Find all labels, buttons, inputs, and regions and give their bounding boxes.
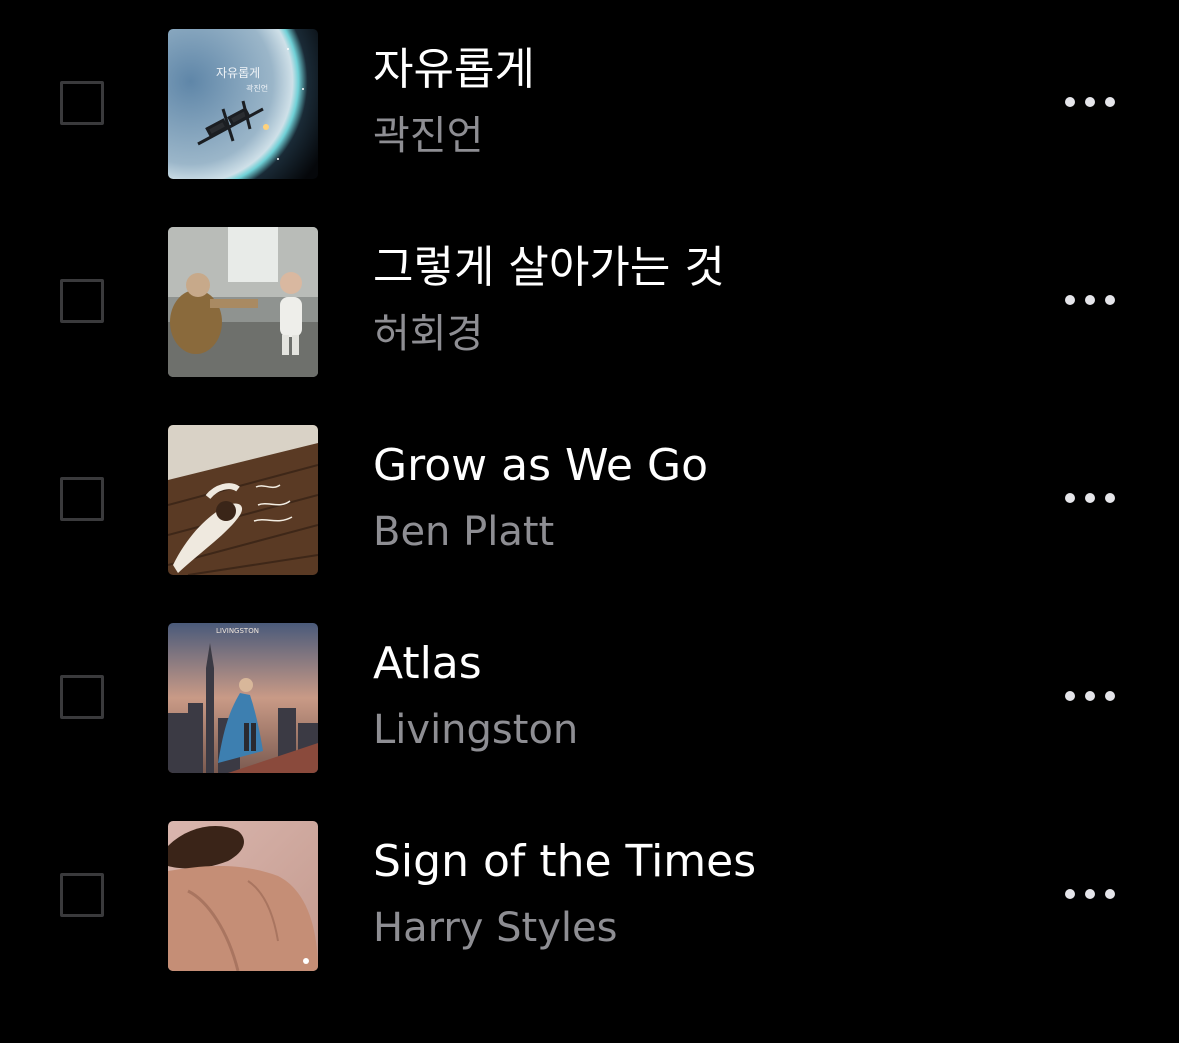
ellipsis-icon	[1065, 691, 1075, 701]
select-checkbox[interactable]	[60, 873, 104, 917]
ellipsis-icon	[1105, 493, 1115, 503]
select-checkbox[interactable]	[60, 477, 104, 521]
artwork-title-text: 자유롭게	[216, 66, 260, 80]
track-row[interactable]: LIVINGSTON Atlas Livingston	[0, 598, 1179, 796]
more-options-button[interactable]	[1050, 476, 1130, 520]
select-checkbox[interactable]	[60, 279, 104, 323]
more-options-button[interactable]	[1050, 80, 1130, 124]
track-artist: Ben Platt	[373, 509, 555, 555]
track-title: 자유롭게	[373, 44, 535, 95]
album-art-earth-space-station-icon: 자유롭게 곽진언	[168, 29, 318, 179]
track-list: 자유롭게 곽진언 자유롭게 곽진언 그렇게 살아가는 것 허회경 Grow as…	[0, 4, 1179, 994]
track-title: Atlas	[373, 638, 482, 689]
album-artwork	[168, 425, 318, 575]
track-row[interactable]: Sign of the Times Harry Styles	[0, 796, 1179, 994]
more-options-button[interactable]	[1050, 674, 1130, 718]
album-art-city-skyline-caped-figure-icon: LIVINGSTON	[168, 623, 318, 773]
more-options-button[interactable]	[1050, 872, 1130, 916]
select-checkbox[interactable]	[60, 81, 104, 125]
track-title: Grow as We Go	[373, 440, 708, 491]
track-row[interactable]: Grow as We Go Ben Platt	[0, 400, 1179, 598]
artwork-artist-text: 곽진언	[246, 83, 268, 93]
album-art-grandfather-child-photo-icon	[168, 227, 318, 377]
ellipsis-icon	[1065, 493, 1075, 503]
ellipsis-icon	[1105, 295, 1115, 305]
track-artist: Harry Styles	[373, 905, 618, 951]
track-artist: 허회경	[373, 311, 484, 357]
ellipsis-icon	[1105, 691, 1115, 701]
more-options-button[interactable]	[1050, 278, 1130, 322]
album-art-man-lying-on-floor-icon	[168, 425, 318, 575]
ellipsis-icon	[1065, 889, 1075, 899]
album-artwork	[168, 227, 318, 377]
ellipsis-icon	[1085, 295, 1095, 305]
track-row[interactable]: 자유롭게 곽진언 자유롭게 곽진언	[0, 4, 1179, 202]
track-artist: Livingston	[373, 707, 579, 753]
ellipsis-icon	[1105, 889, 1115, 899]
album-artwork: LIVINGSTON	[168, 623, 318, 773]
ellipsis-icon	[1065, 97, 1075, 107]
ellipsis-icon	[1065, 295, 1075, 305]
album-artwork	[168, 821, 318, 971]
artwork-brand-text: LIVINGSTON	[216, 627, 259, 635]
track-row[interactable]: 그렇게 살아가는 것 허회경	[0, 202, 1179, 400]
ellipsis-icon	[1085, 97, 1095, 107]
album-art-bare-back-portrait-icon	[168, 821, 318, 971]
ellipsis-icon	[1085, 493, 1095, 503]
ellipsis-icon	[1105, 97, 1115, 107]
select-checkbox[interactable]	[60, 675, 104, 719]
album-artwork: 자유롭게 곽진언	[168, 29, 318, 179]
ellipsis-icon	[1085, 691, 1095, 701]
track-title: Sign of the Times	[373, 836, 757, 887]
track-title: 그렇게 살아가는 것	[373, 242, 725, 293]
ellipsis-icon	[1085, 889, 1095, 899]
track-artist: 곽진언	[373, 113, 484, 159]
